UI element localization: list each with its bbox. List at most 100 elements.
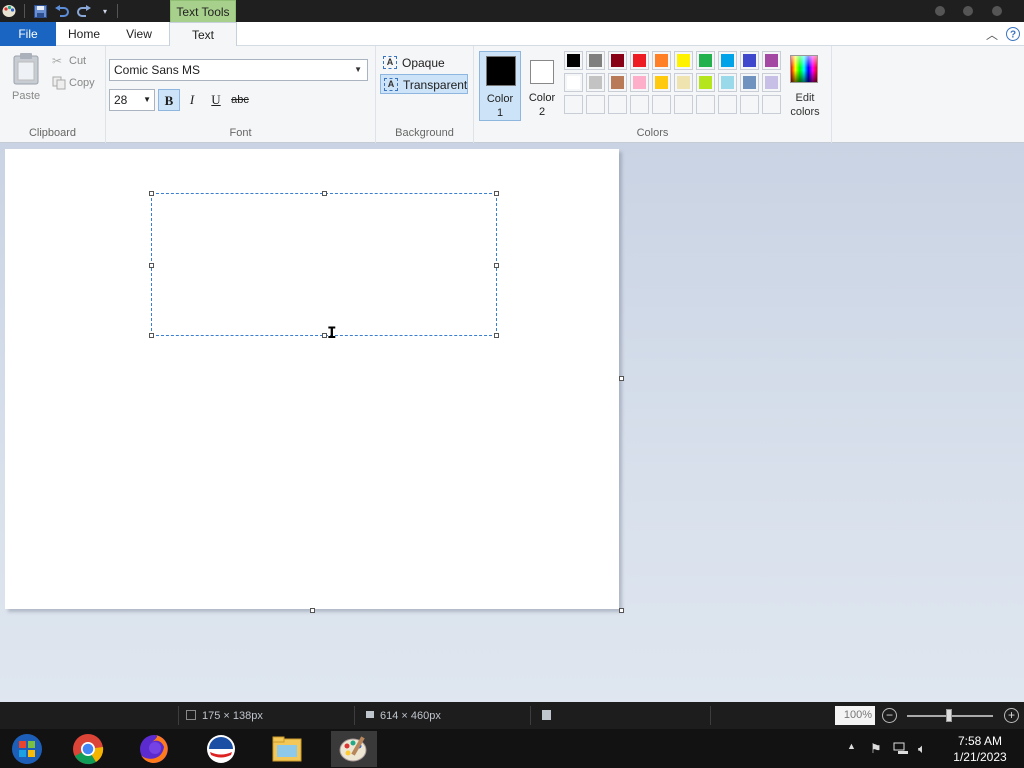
palette-swatch-empty[interactable] bbox=[586, 95, 605, 114]
transparent-icon: A bbox=[384, 78, 398, 91]
paste-icon[interactable] bbox=[12, 52, 42, 86]
palette-swatch-empty[interactable] bbox=[762, 95, 781, 114]
customize-dropdown-icon[interactable]: ▾ bbox=[97, 3, 113, 19]
color-spectrum-icon bbox=[790, 55, 818, 83]
palette-swatch[interactable] bbox=[564, 73, 583, 92]
resize-handle-nw[interactable] bbox=[149, 191, 154, 196]
font-size-select[interactable]: 28 ▼ bbox=[109, 89, 155, 111]
opaque-button[interactable]: A Opaque bbox=[380, 53, 468, 73]
resize-handle-n[interactable] bbox=[322, 191, 327, 196]
palette-swatch-color bbox=[567, 98, 580, 111]
canvas-resize-handle-bottom[interactable] bbox=[310, 608, 315, 613]
system-clock[interactable]: 7:58 AM 1/21/2023 bbox=[940, 733, 1020, 765]
canvas-workspace: I bbox=[0, 143, 1024, 702]
resize-handle-w[interactable] bbox=[149, 263, 154, 268]
palette-swatch[interactable] bbox=[762, 51, 781, 70]
tab-home[interactable]: Home bbox=[56, 22, 112, 46]
close-button[interactable] bbox=[992, 6, 1002, 16]
resize-handle-ne[interactable] bbox=[494, 191, 499, 196]
palette-swatch[interactable] bbox=[630, 51, 649, 70]
palette-swatch-empty[interactable] bbox=[674, 95, 693, 114]
minimize-button[interactable] bbox=[935, 6, 945, 16]
palette-swatch[interactable] bbox=[740, 51, 759, 70]
chrome-icon[interactable] bbox=[65, 731, 111, 767]
font-family-select[interactable]: Comic Sans MS ▼ bbox=[109, 59, 368, 81]
palette-swatch-empty[interactable] bbox=[740, 95, 759, 114]
resize-handle-sw[interactable] bbox=[149, 333, 154, 338]
paint-icon[interactable] bbox=[331, 731, 377, 767]
palette-swatch-empty[interactable] bbox=[564, 95, 583, 114]
maximize-button[interactable] bbox=[963, 6, 973, 16]
color1-label: Color 1 bbox=[486, 93, 514, 119]
color2-button[interactable]: Color 2 bbox=[522, 51, 562, 121]
start-orb-icon[interactable] bbox=[4, 731, 50, 767]
redo-icon[interactable] bbox=[76, 3, 92, 19]
show-hidden-icons[interactable]: ▲ bbox=[847, 741, 856, 751]
font-size-value: 28 bbox=[114, 93, 128, 107]
zoom-out-button[interactable]: − bbox=[882, 708, 897, 723]
resize-handle-e[interactable] bbox=[494, 263, 499, 268]
underline-button[interactable]: U bbox=[205, 89, 227, 111]
palette-swatch[interactable] bbox=[718, 73, 737, 92]
italic-button[interactable]: I bbox=[181, 89, 203, 111]
canvas-resize-handle-right[interactable] bbox=[619, 376, 624, 381]
network-icon[interactable] bbox=[893, 741, 909, 758]
palette-swatch[interactable] bbox=[696, 73, 715, 92]
palette-swatch-color bbox=[589, 54, 602, 67]
palette-swatch[interactable] bbox=[718, 51, 737, 70]
palette-swatch[interactable] bbox=[608, 73, 627, 92]
copy-button[interactable]: Copy bbox=[69, 77, 95, 89]
palette-swatch-empty[interactable] bbox=[630, 95, 649, 114]
paint-app-icon[interactable] bbox=[1, 3, 17, 19]
palette-swatch[interactable] bbox=[652, 51, 671, 70]
palette-swatch-empty[interactable] bbox=[608, 95, 627, 114]
palette-swatch[interactable] bbox=[586, 73, 605, 92]
tab-text[interactable]: Text bbox=[169, 22, 237, 47]
palette-swatch[interactable] bbox=[564, 51, 583, 70]
color1-button[interactable]: Color 1 bbox=[479, 51, 521, 121]
selection-size-icon bbox=[186, 710, 196, 720]
help-icon[interactable]: ? bbox=[1005, 26, 1021, 42]
palette-swatch[interactable] bbox=[652, 73, 671, 92]
save-icon[interactable] bbox=[32, 3, 48, 19]
action-center-flag-icon[interactable]: ⚑ bbox=[870, 741, 882, 757]
palette-swatch[interactable] bbox=[586, 51, 605, 70]
palette-swatch-empty[interactable] bbox=[718, 95, 737, 114]
ribbon-tabs: File Home View Text ︿ ? bbox=[0, 22, 1024, 47]
tab-view[interactable]: View bbox=[112, 22, 166, 46]
palette-swatch[interactable] bbox=[674, 51, 693, 70]
cut-button[interactable]: Cut bbox=[69, 55, 86, 67]
font-group-label: Font bbox=[229, 127, 252, 139]
minimize-ribbon-icon[interactable]: ︿ bbox=[984, 26, 1000, 42]
canvas-size-icon bbox=[366, 711, 374, 718]
canvas-resize-handle-corner[interactable] bbox=[619, 608, 624, 613]
color2-swatch bbox=[530, 60, 554, 84]
volume-icon[interactable]: 🔈︎ bbox=[918, 741, 926, 757]
transparent-button[interactable]: A Transparent bbox=[380, 74, 468, 94]
strikethrough-button[interactable]: abc bbox=[229, 89, 251, 111]
tab-file[interactable]: File bbox=[0, 22, 56, 46]
palette-swatch-color bbox=[677, 98, 690, 111]
palette-swatch-empty[interactable] bbox=[652, 95, 671, 114]
palette-swatch[interactable] bbox=[608, 51, 627, 70]
media-app-icon[interactable] bbox=[198, 731, 244, 767]
palette-swatch[interactable] bbox=[674, 73, 693, 92]
disk-size-icon bbox=[542, 710, 551, 720]
zoom-slider-thumb[interactable] bbox=[946, 709, 952, 722]
resize-handle-se[interactable] bbox=[494, 333, 499, 338]
edit-colors-button[interactable]: Edit colors bbox=[785, 51, 825, 121]
drawing-canvas[interactable]: I bbox=[5, 149, 619, 609]
undo-icon[interactable] bbox=[54, 3, 70, 19]
paste-button[interactable]: Paste bbox=[12, 90, 40, 102]
text-box[interactable] bbox=[149, 191, 499, 338]
bold-button[interactable]: B bbox=[158, 89, 180, 111]
zoom-in-button[interactable]: + bbox=[1004, 708, 1019, 723]
palette-swatch[interactable] bbox=[740, 73, 759, 92]
palette-swatch[interactable] bbox=[696, 51, 715, 70]
palette-swatch[interactable] bbox=[762, 73, 781, 92]
palette-swatch-empty[interactable] bbox=[696, 95, 715, 114]
file-explorer-icon[interactable] bbox=[264, 731, 310, 767]
firefox-icon[interactable] bbox=[131, 731, 177, 767]
palette-swatch[interactable] bbox=[630, 73, 649, 92]
palette-swatch-color bbox=[765, 98, 778, 111]
